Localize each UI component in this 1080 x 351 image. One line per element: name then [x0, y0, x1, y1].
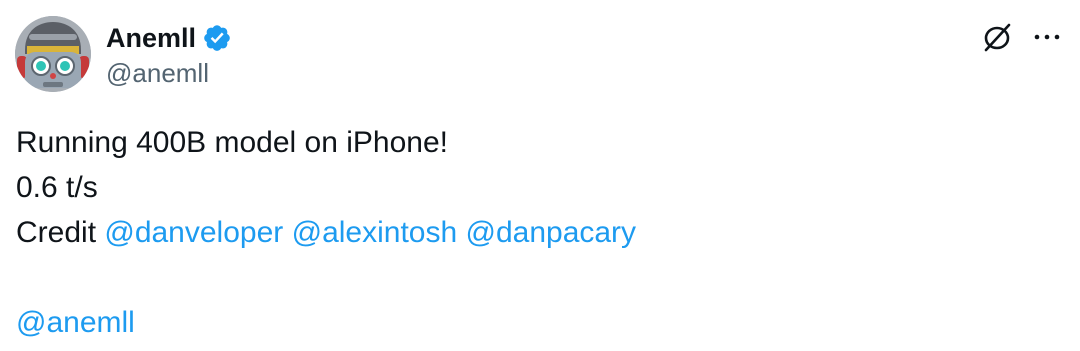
tweet-text: Running 400B model on iPhone! 0.6 t/s Cr… [16, 120, 636, 345]
mention-link[interactable]: @danpacary [466, 216, 637, 249]
display-name[interactable]: Anemll [106, 21, 196, 55]
tweet-credit-line: Credit @danveloper @alexintosh @danpacar… [16, 210, 636, 255]
author-name-row: Anemll [106, 20, 232, 56]
footer-mention-link[interactable]: @anemll [16, 306, 135, 339]
tweet-footer-line: @anemll [16, 300, 636, 345]
more-options-icon[interactable] [1030, 20, 1064, 54]
tweet-line-2: 0.6 t/s [16, 171, 98, 204]
tweet-line-1: Running 400B model on iPhone! [16, 126, 448, 159]
author-handle[interactable]: @anemll [106, 57, 209, 89]
mention-link[interactable]: @danveloper [104, 216, 283, 249]
credit-label: Credit [16, 216, 105, 249]
avatar[interactable] [15, 16, 91, 92]
grok-icon[interactable] [980, 20, 1014, 54]
verified-badge-icon [202, 23, 232, 53]
tweet: Anemll @anemll Running 400B model on iPh… [0, 0, 1080, 351]
robot-avatar-icon [15, 16, 91, 92]
mention-link[interactable]: @alexintosh [292, 216, 458, 249]
